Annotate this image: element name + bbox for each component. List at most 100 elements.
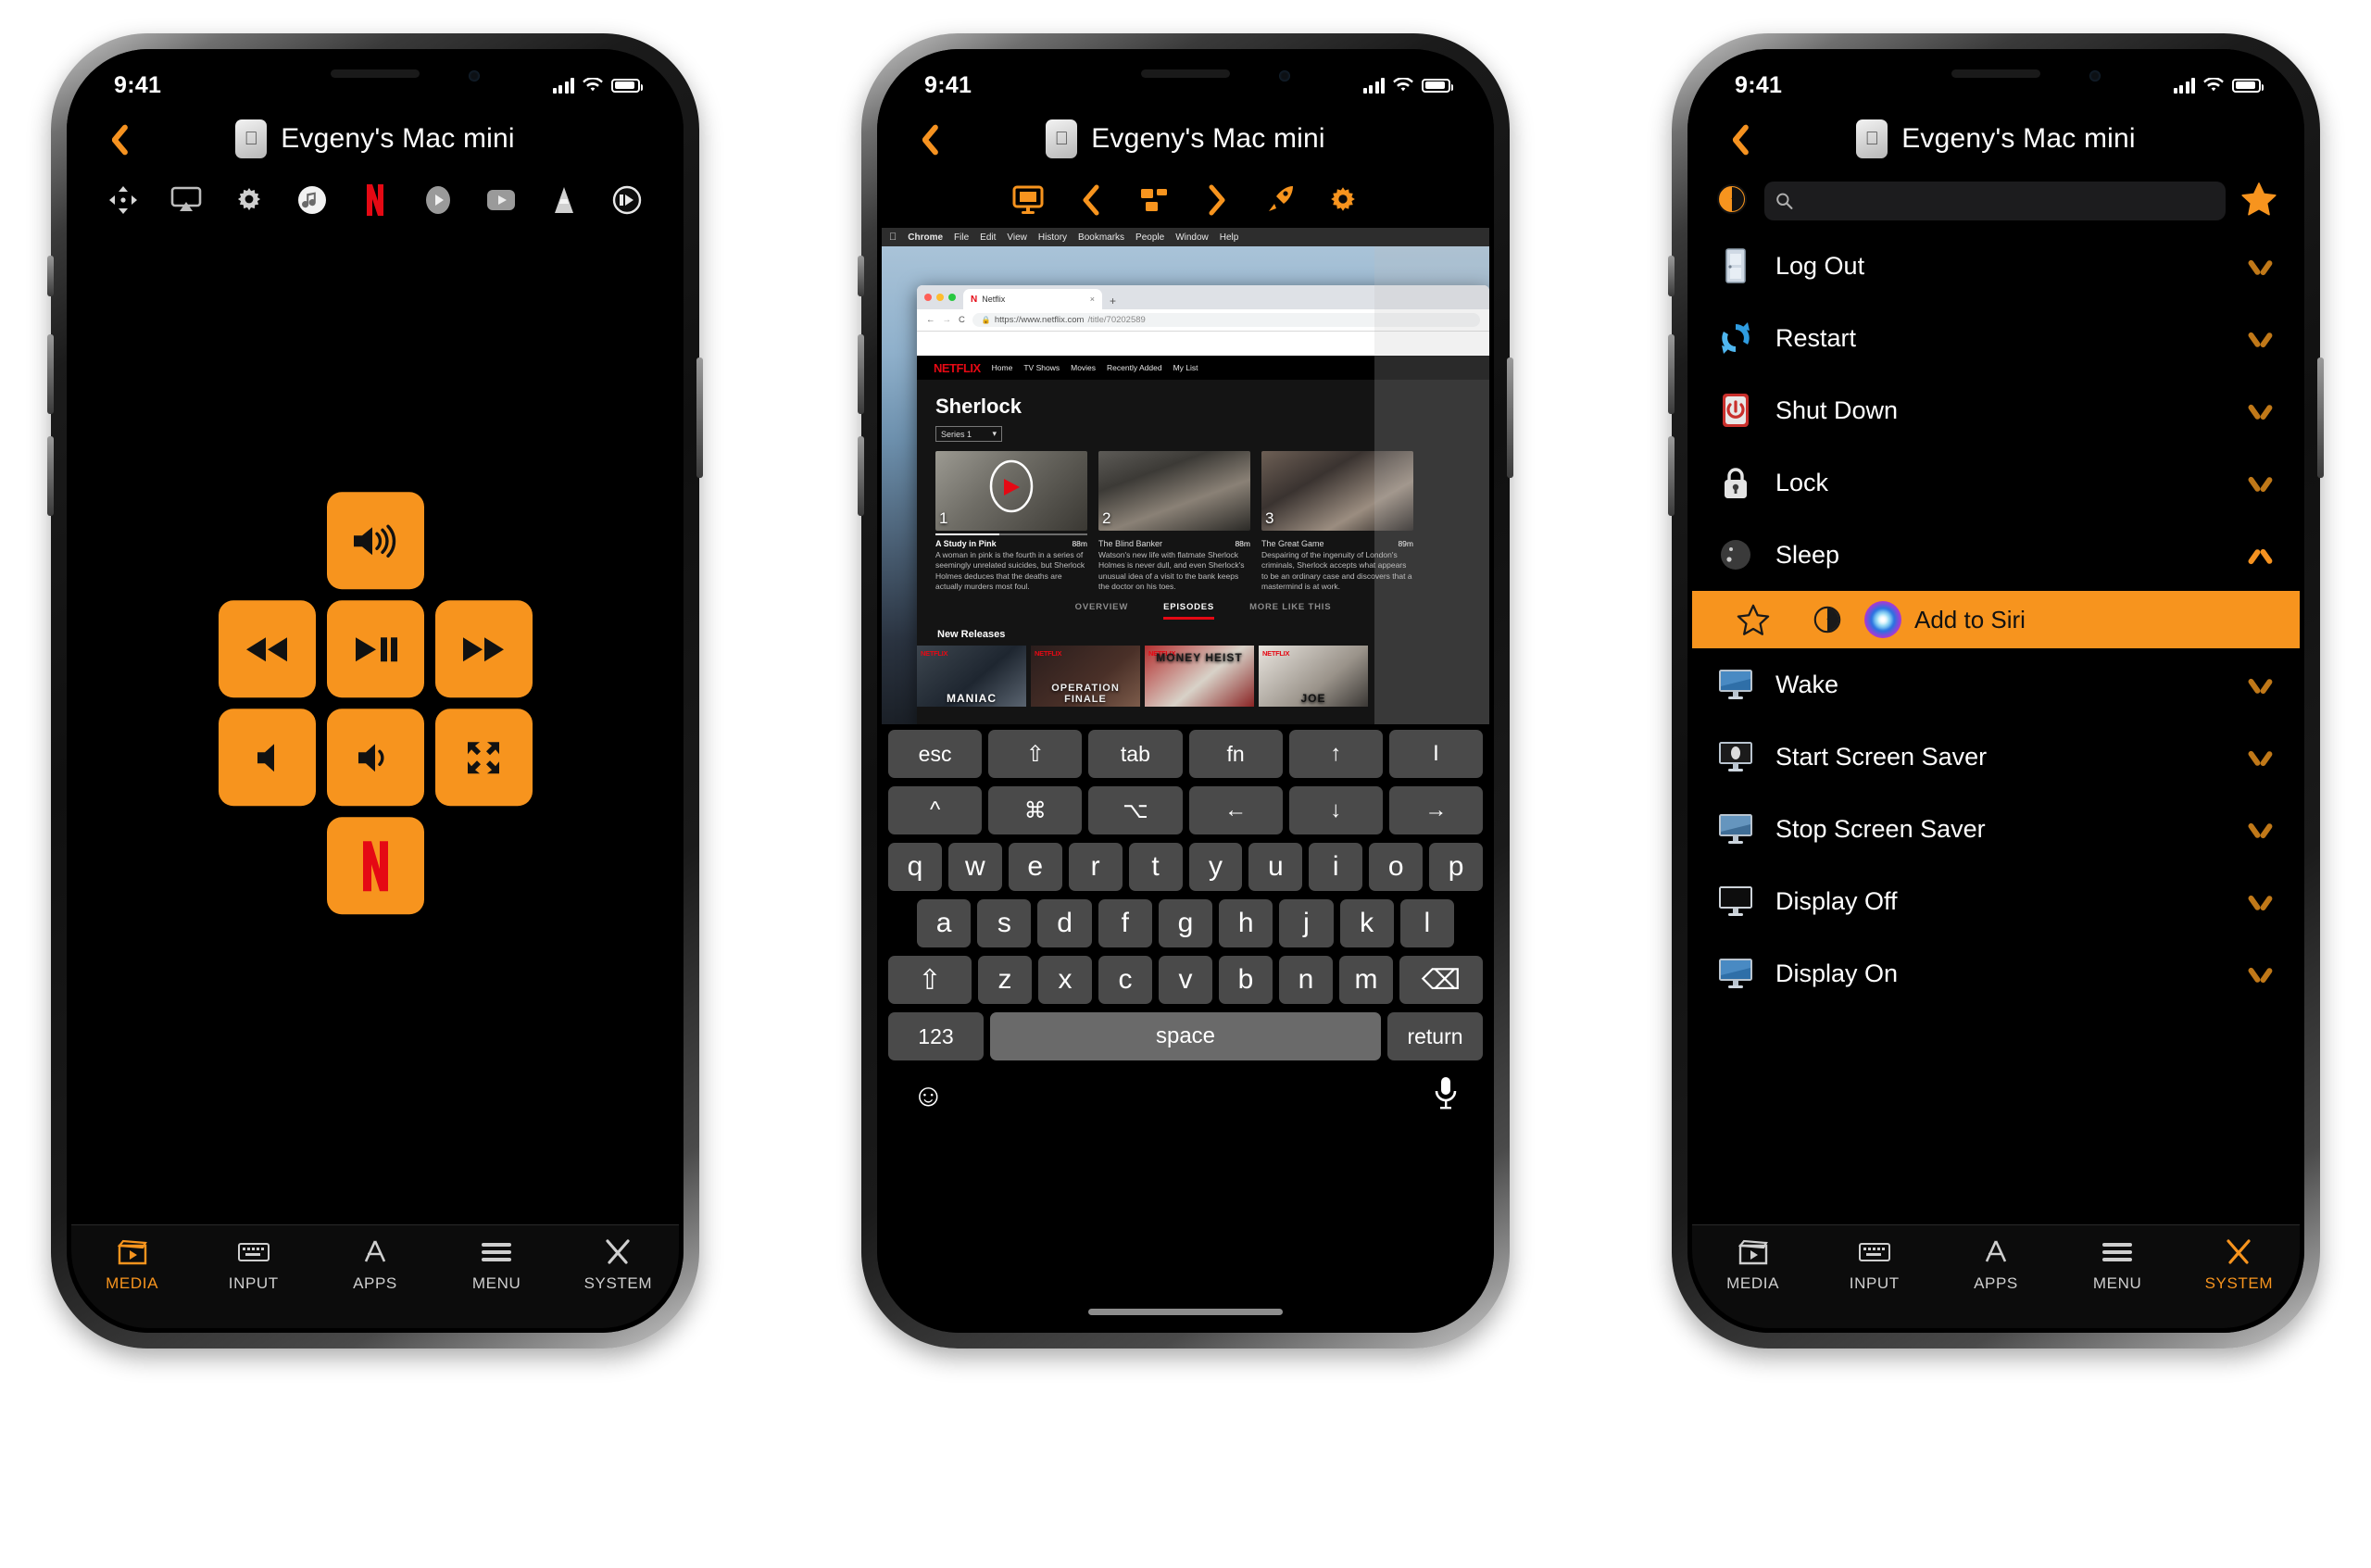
key-fn[interactable]: fn bbox=[1188, 730, 1283, 778]
add-to-siri-label[interactable]: Add to Siri bbox=[1914, 606, 2026, 634]
menu-view[interactable]: View bbox=[1007, 232, 1027, 243]
tab-input[interactable]: INPUT bbox=[1813, 1236, 1935, 1293]
volume-up-icon[interactable] bbox=[326, 492, 424, 590]
list-item-restart[interactable]: Restart bbox=[1692, 302, 2300, 374]
home-indicator[interactable] bbox=[1088, 1309, 1283, 1315]
browser-tab[interactable]: N Netflix × bbox=[963, 289, 1102, 309]
back-button[interactable] bbox=[910, 119, 937, 158]
list-item-start-screen-saver[interactable]: Start Screen Saver bbox=[1692, 721, 2300, 793]
chevron-down-icon[interactable] bbox=[2244, 473, 2276, 492]
chevron-down-icon[interactable] bbox=[2244, 401, 2276, 420]
key-tab[interactable]: tab bbox=[1088, 730, 1183, 778]
release-card[interactable]: NETFLIX JOE bbox=[1259, 645, 1368, 707]
key-u[interactable]: u bbox=[1248, 843, 1303, 891]
tab-episodes[interactable]: EPISODES bbox=[1163, 602, 1215, 620]
youtube-icon[interactable] bbox=[482, 181, 521, 220]
volume-down-button[interactable] bbox=[47, 436, 54, 516]
list-item-sleep[interactable]: Sleep bbox=[1692, 519, 2300, 591]
chevron-down-icon[interactable] bbox=[2244, 257, 2276, 275]
star-outline-icon[interactable] bbox=[1716, 603, 1790, 636]
tab-apps[interactable]: APPS bbox=[1935, 1236, 2056, 1293]
tab-input[interactable]: INPUT bbox=[193, 1236, 314, 1293]
list-item-shut-down[interactable]: Shut Down bbox=[1692, 374, 2300, 446]
key-h[interactable]: h bbox=[1219, 899, 1273, 947]
key-option[interactable]: ⌥ bbox=[1088, 786, 1183, 834]
release-card[interactable]: NETFLIX MANIAC bbox=[917, 645, 1026, 707]
episode-card[interactable]: 1 A Study in Pink 88m A woman in pink is… bbox=[935, 451, 1087, 593]
vlc-icon[interactable] bbox=[545, 181, 583, 220]
list-item-display-on[interactable]: Display On bbox=[1692, 937, 2300, 1010]
menu-help[interactable]: Help bbox=[1220, 232, 1239, 243]
display-icon[interactable] bbox=[1009, 181, 1048, 220]
chevron-down-icon[interactable] bbox=[2244, 964, 2276, 983]
netflix-logo[interactable]: NETFLIX bbox=[934, 361, 981, 375]
key-arrow-right[interactable]: → bbox=[1388, 786, 1484, 834]
menu-chrome[interactable]: Chrome bbox=[908, 232, 943, 243]
list-item-lock[interactable]: Lock bbox=[1692, 446, 2300, 519]
key-arrow-down[interactable]: ↓ bbox=[1288, 786, 1383, 834]
chevron-down-icon[interactable] bbox=[2244, 329, 2276, 347]
nf-nav-movies[interactable]: Movies bbox=[1071, 363, 1096, 372]
volume-up-button[interactable] bbox=[47, 334, 54, 414]
tab-system[interactable]: SYSTEM bbox=[558, 1236, 679, 1293]
volume-down-icon[interactable] bbox=[326, 709, 424, 807]
back-button[interactable] bbox=[1720, 119, 1748, 158]
nf-nav-mylist[interactable]: My List bbox=[1173, 363, 1198, 372]
menu-edit[interactable]: Edit bbox=[980, 232, 996, 243]
browser-reload-icon[interactable]: C bbox=[959, 315, 965, 325]
forward-chevron-icon[interactable] bbox=[1198, 181, 1236, 220]
netflix-icon[interactable] bbox=[356, 181, 395, 220]
key-f[interactable]: f bbox=[1098, 899, 1152, 947]
key-l[interactable]: l bbox=[1399, 899, 1454, 947]
key-g[interactable]: g bbox=[1158, 899, 1213, 947]
tab-overview[interactable]: OVERVIEW bbox=[1075, 602, 1128, 620]
episode-thumbnail[interactable]: 3 bbox=[1261, 451, 1413, 531]
key-o[interactable]: o bbox=[1369, 843, 1424, 891]
chevron-down-icon[interactable] bbox=[2244, 820, 2276, 838]
apple-menu-icon[interactable]:  bbox=[889, 232, 897, 243]
tab-system[interactable]: SYSTEM bbox=[2178, 1236, 2300, 1293]
emoji-icon[interactable]: ☺ bbox=[912, 1080, 945, 1111]
star-icon[interactable] bbox=[2240, 182, 2277, 221]
volume-down-button[interactable] bbox=[1668, 436, 1675, 516]
series-select[interactable]: Series 1 ▾ bbox=[935, 426, 1002, 442]
nf-nav-tvshows[interactable]: TV Shows bbox=[1023, 363, 1060, 372]
key-control[interactable]: ^ bbox=[887, 786, 983, 834]
menu-history[interactable]: History bbox=[1038, 232, 1067, 243]
key-j[interactable]: j bbox=[1279, 899, 1334, 947]
key-shift-fn[interactable]: ⇧ bbox=[988, 730, 1083, 778]
key-q[interactable]: q bbox=[887, 843, 942, 891]
move-cursor-icon[interactable] bbox=[104, 181, 143, 220]
list-item-wake[interactable]: Wake bbox=[1692, 648, 2300, 721]
key-shift[interactable]: ⇧ bbox=[888, 956, 972, 1004]
key-backspace[interactable]: ⌫ bbox=[1399, 956, 1483, 1004]
nf-nav-home[interactable]: Home bbox=[992, 363, 1013, 372]
volume-up-button[interactable] bbox=[858, 334, 864, 414]
mute-switch[interactable] bbox=[47, 256, 54, 296]
key-d[interactable]: d bbox=[1037, 899, 1092, 947]
menu-file[interactable]: File bbox=[954, 232, 969, 243]
release-card[interactable]: NETFLIX OPERATION FINALE bbox=[1031, 645, 1140, 707]
tab-menu[interactable]: MENU bbox=[2057, 1236, 2178, 1293]
chevron-down-icon[interactable] bbox=[2244, 747, 2276, 766]
key-e[interactable]: e bbox=[1008, 843, 1062, 891]
key-p[interactable]: p bbox=[1429, 843, 1484, 891]
quicktime-icon[interactable] bbox=[419, 181, 458, 220]
tab-more-like-this[interactable]: MORE LIKE THIS bbox=[1249, 602, 1331, 620]
key-arrow-up[interactable]: ↑ bbox=[1288, 730, 1383, 778]
siri-orb-icon[interactable] bbox=[1864, 601, 1901, 638]
chevron-up-icon[interactable] bbox=[2244, 546, 2276, 564]
gear-icon[interactable] bbox=[1323, 181, 1362, 220]
key-b[interactable]: b bbox=[1219, 956, 1273, 1004]
mute-switch[interactable] bbox=[858, 256, 864, 296]
new-tab-button[interactable]: + bbox=[1110, 295, 1116, 307]
back-chevron-icon[interactable] bbox=[1072, 181, 1110, 220]
player-icon[interactable] bbox=[608, 181, 646, 220]
gear-icon[interactable] bbox=[230, 181, 269, 220]
tab-menu[interactable]: MENU bbox=[436, 1236, 558, 1293]
search-input-wrapper[interactable] bbox=[1764, 182, 2226, 220]
episode-thumbnail[interactable]: 2 bbox=[1098, 451, 1250, 531]
key-t[interactable]: t bbox=[1128, 843, 1183, 891]
tab-media[interactable]: MEDIA bbox=[1692, 1236, 1813, 1293]
key-s[interactable]: s bbox=[977, 899, 1032, 947]
